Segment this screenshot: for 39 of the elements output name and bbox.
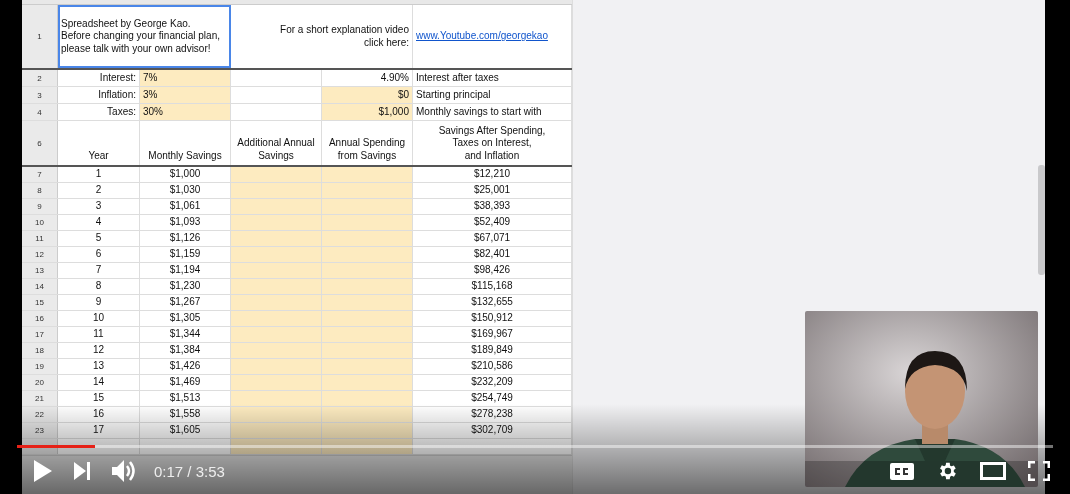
table-cell: 7% [140,70,231,86]
row-number: 4 [22,104,58,120]
row-number: 21 [22,391,58,406]
fullscreen-button[interactable] [1028,461,1050,481]
table-cell: Starting principal [413,87,572,103]
row-number: 16 [22,311,58,326]
row-number: 12 [22,247,58,262]
row-number: 2 [22,70,58,86]
play-button[interactable] [34,460,52,482]
row-number: 11 [22,231,58,246]
row-number: 23 [22,423,58,438]
row-number: 20 [22,375,58,390]
time-display: 0:17 / 3:53 [154,462,225,480]
row-number: 9 [22,199,58,214]
row-number: 14 [22,279,58,294]
row-number: 3 [22,87,58,103]
next-button[interactable] [74,462,90,480]
row-number: 8 [22,183,58,198]
progress-bar[interactable] [17,445,1053,448]
row-number: 15 [22,295,58,310]
row-number: 17 [22,327,58,342]
table-cell: 3% [140,87,231,103]
table-cell: Monthly savings to start with [413,104,572,120]
table-cell: Interest after taxes [413,70,572,86]
table-cell: $1,000 [322,104,413,120]
row-number: 19 [22,359,58,374]
note-cell: Spreadsheet by George Kao. Before changing your financial plan, please talk with your own advisor! [58,5,231,68]
table-cell: $0 [322,87,413,103]
row-number: 1 [22,5,58,68]
row-number: 18 [22,343,58,358]
row-number: 6 [22,121,58,165]
row-number: 13 [22,263,58,278]
volume-button[interactable] [112,459,138,483]
row-number: 22 [22,407,58,422]
row-number: 7 [22,167,58,182]
theater-mode-button[interactable] [980,462,1006,480]
row-number: 10 [22,215,58,230]
video-link[interactable]: www.Youtube.com/georgekao [416,30,548,43]
table-cell: 30% [140,104,231,120]
